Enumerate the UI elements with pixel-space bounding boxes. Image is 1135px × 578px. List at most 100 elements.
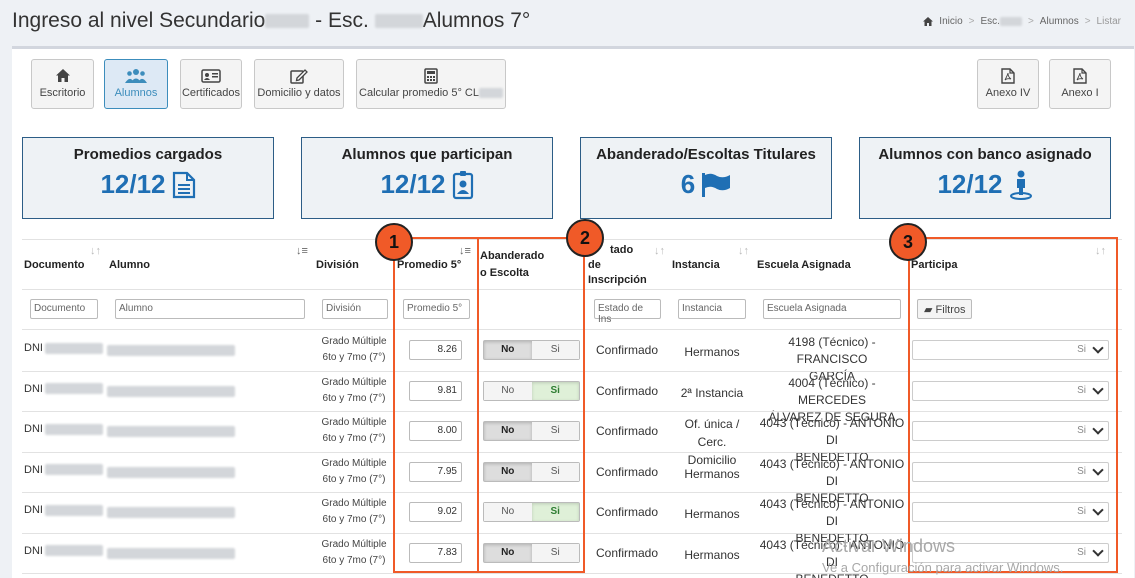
stat-title: Abanderado/Escoltas Titulares <box>596 146 816 163</box>
redacted-text <box>44 383 103 395</box>
header-estado-3: Inscripción <box>588 274 647 286</box>
header-instancia[interactable]: Instancia <box>672 259 720 271</box>
header-division[interactable]: División <box>316 259 359 271</box>
title-text: Ingreso al nivel Secundario <box>12 9 266 32</box>
instancia-line1: Hermanos <box>684 547 740 562</box>
filter-documento-input[interactable]: Documento <box>30 299 98 319</box>
division-line2: 6to y 7mo (7°) <box>322 473 386 485</box>
stat-banco-asignado: Alumnos con banco asignado 12/12 <box>859 137 1111 219</box>
filter-instancia-input[interactable]: Instancia <box>678 299 746 319</box>
filter-estado-input[interactable]: Estado de Ins <box>594 299 661 325</box>
home-icon <box>923 17 934 26</box>
row-estado: Confirmado <box>596 505 659 519</box>
document-icon <box>172 171 195 198</box>
redacted-text <box>44 545 103 557</box>
id-card-icon <box>201 69 221 83</box>
sort-icon[interactable]: ↓↑ <box>90 245 101 257</box>
filter-escuela-input[interactable]: Escuela Asignada <box>763 299 901 319</box>
filter-alumno-input[interactable]: Alumno <box>115 299 305 319</box>
header-estado-2: de <box>588 259 601 271</box>
row-instancia: Of. única / Cerc. Domicilio <box>672 415 752 469</box>
row-division: Grado Múltiple 6to y 7mo (7°) <box>312 415 396 447</box>
doc-type: DNI <box>24 544 43 557</box>
redacted-text <box>107 547 235 559</box>
redacted-text <box>107 466 235 478</box>
redacted-text <box>44 423 103 435</box>
division-line1: Grado Múltiple <box>321 498 387 509</box>
breadcrumb-current: Listar <box>1096 16 1121 27</box>
header-documento[interactable]: Documento <box>24 259 85 271</box>
title-text-students: Alumnos 7° <box>422 9 531 32</box>
row-division: Grado Múltiple 6to y 7mo (7°) <box>312 496 396 528</box>
annotation-badge-2: 2 <box>566 219 604 257</box>
escuela-line1: 4043 (Técnico) - ANTONIO DI <box>759 497 905 528</box>
breadcrumb-students[interactable]: Alumnos <box>1040 16 1079 27</box>
edit-icon <box>290 69 308 84</box>
filter-division-input[interactable]: División <box>322 299 388 319</box>
button-label: Anexo IV <box>985 87 1031 99</box>
instancia-line1: 2ª Instancia <box>680 385 744 400</box>
highlight-box-participa <box>908 237 1118 573</box>
doc-type: DNI <box>24 382 43 395</box>
row-estado: Confirmado <box>596 383 659 398</box>
doc-type: DNI <box>24 423 43 435</box>
flag-icon <box>702 172 731 197</box>
stat-alumnos-participan: Alumnos que participan 12/12 <box>301 137 553 219</box>
redacted-text <box>107 507 235 519</box>
row-estado: Confirmado <box>596 424 659 438</box>
anexo-i-button[interactable]: Anexo I <box>1049 59 1111 109</box>
header-estado[interactable]: tado <box>610 244 633 256</box>
row-instancia: 2ª Instancia <box>672 384 752 402</box>
division-line2: 6to y 7mo (7°) <box>322 352 386 363</box>
doc-type: DNI <box>24 463 43 476</box>
stat-value-row: 12/12 <box>23 169 273 200</box>
anexo-iv-button[interactable]: Anexo IV <box>977 59 1039 109</box>
button-label: Anexo I <box>1061 87 1099 99</box>
row-estado: Confirmado <box>596 545 659 560</box>
division-line2: 6to y 7mo (7°) <box>322 392 386 404</box>
button-label: Alumnos <box>114 87 158 99</box>
windows-watermark: Activar Windows <box>822 536 956 556</box>
division-line1: Grado Múltiple <box>321 538 387 550</box>
redacted-text <box>44 504 103 516</box>
breadcrumb-home[interactable]: Inicio <box>939 16 962 27</box>
breadcrumb-separator: > <box>1027 16 1034 27</box>
sort-icon[interactable]: ↓↑ <box>654 245 665 257</box>
breadcrumb-school[interactable]: Esc. <box>981 16 1022 27</box>
calcular-promedio-button[interactable]: Calcular promedio 5° CL <box>356 59 506 109</box>
row-alumno <box>107 546 235 560</box>
domicilio-button[interactable]: Domicilio y datos <box>254 59 344 109</box>
instancia-line1: Hermanos <box>684 345 740 359</box>
stat-title: Alumnos con banco asignado <box>878 146 1092 163</box>
alumnos-button[interactable]: Alumnos <box>104 59 168 109</box>
redacted-text <box>265 14 310 29</box>
highlight-box-promedio <box>393 237 479 573</box>
sort-icon[interactable]: ↓↑ <box>738 245 749 257</box>
page-header: Ingreso al nivel Secundario - Esc. Alumn… <box>0 0 1135 46</box>
instancia-line1: Hermanos <box>684 466 740 481</box>
escuela-line1: 4198 (Técnico) - FRANCISCO <box>788 335 876 366</box>
row-division: Grado Múltiple 6to y 7mo (7°) <box>312 334 396 366</box>
division-line1: Grado Múltiple <box>321 336 387 347</box>
stat-value-row: 12/12 <box>302 169 552 200</box>
row-instancia: Hermanos <box>672 546 752 564</box>
button-label: Certificados <box>181 87 241 99</box>
row-documento: DNI <box>24 423 103 435</box>
instancia-line1: Of. única / <box>684 417 740 431</box>
redacted-text <box>44 464 103 476</box>
escuela-line1: 4043 (Técnico) - ANTONIO DI <box>759 456 905 488</box>
row-instancia: Hermanos <box>672 465 752 483</box>
row-alumno <box>107 384 235 398</box>
header-alumno[interactable]: Alumno <box>109 259 150 271</box>
escritorio-button[interactable]: Escritorio <box>31 59 94 109</box>
header-escuela[interactable]: Escuela Asignada <box>757 259 851 271</box>
row-documento: DNI <box>24 342 103 354</box>
certificados-button[interactable]: Certificados <box>180 59 242 109</box>
redacted-text <box>107 345 235 357</box>
button-label: Calcular promedio 5° CL <box>359 87 479 99</box>
row-documento: DNI <box>24 504 103 516</box>
stat-promedios-cargados: Promedios cargados 12/12 <box>22 137 274 219</box>
redacted-text <box>44 342 103 354</box>
highlight-box-abanderado <box>477 237 585 573</box>
sort-icon[interactable]: ↓≡ <box>296 245 308 257</box>
